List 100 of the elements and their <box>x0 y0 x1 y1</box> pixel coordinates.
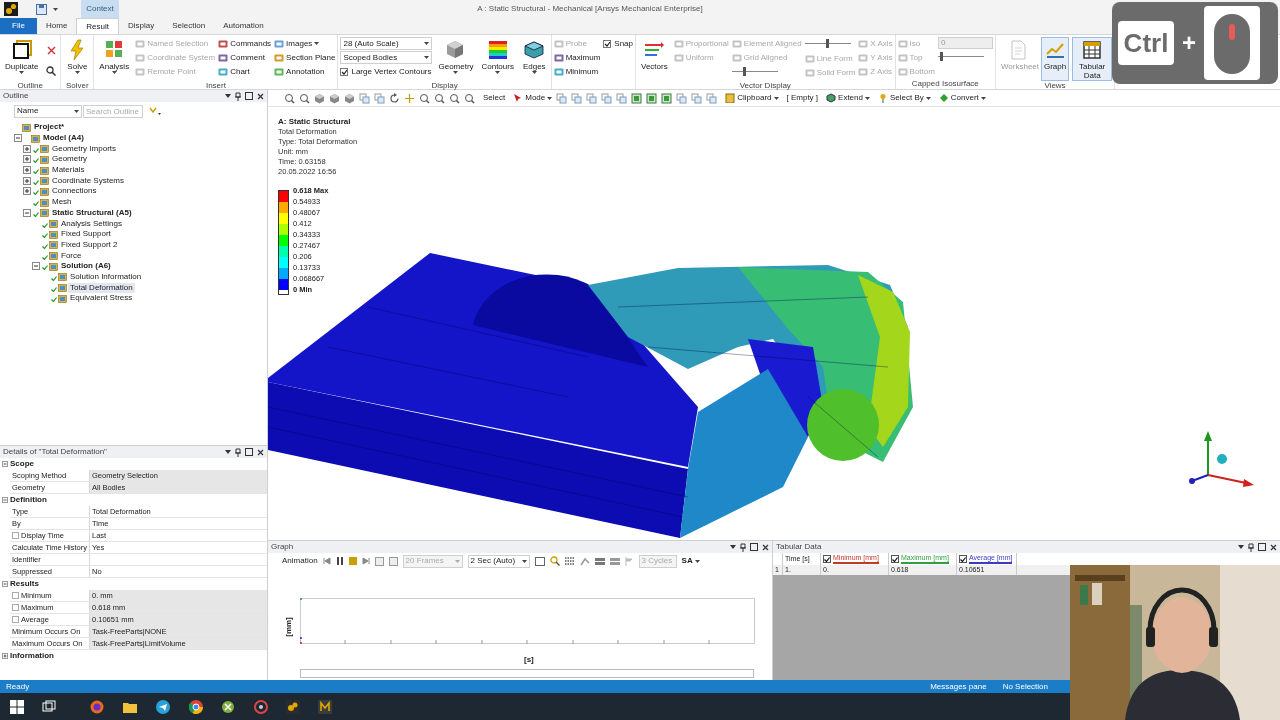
skip-back-icon[interactable] <box>322 557 331 565</box>
ribbon-button[interactable]: Comment <box>218 51 272 64</box>
app-icon[interactable] <box>254 699 268 714</box>
tab[interactable]: File <box>0 18 37 34</box>
maximize-icon[interactable] <box>245 92 253 100</box>
maximize-icon[interactable] <box>750 543 758 551</box>
toolbar-button[interactable]: Mode <box>513 92 553 104</box>
tree-item[interactable]: Mesh <box>50 197 74 208</box>
tab[interactable]: Selection <box>163 18 215 34</box>
tree-item[interactable]: Model (A4) <box>41 133 86 144</box>
tab[interactable]: Result <box>76 18 120 34</box>
tree-item[interactable]: Geometry <box>50 154 90 165</box>
checkbox[interactable]: Snap <box>603 37 633 50</box>
toolbar-button[interactable]: Clipboard <box>725 92 779 104</box>
pin-icon[interactable] <box>1248 542 1254 552</box>
zoom-icon[interactable] <box>434 92 445 104</box>
ribbon-button[interactable]: Images <box>274 37 336 50</box>
expand-icon[interactable] <box>23 187 31 196</box>
checkbox[interactable] <box>12 604 19 611</box>
skip-forward-icon[interactable] <box>361 557 370 565</box>
ribbon-button[interactable]: Maximum <box>553 51 601 64</box>
cube-icon[interactable] <box>329 92 340 104</box>
collapse-icon[interactable] <box>23 208 31 217</box>
zoom-icon[interactable] <box>464 92 475 104</box>
browser-icon[interactable] <box>189 699 203 714</box>
pin-icon[interactable] <box>235 447 241 457</box>
slider-thumb[interactable] <box>742 67 746 76</box>
toolbar-button[interactable]: Select By <box>877 92 931 104</box>
zoom-icon[interactable] <box>449 92 460 104</box>
windows-logo-icon[interactable] <box>10 699 24 714</box>
save-icon[interactable] <box>36 3 47 15</box>
tab[interactable]: Automation <box>214 18 273 34</box>
toolbar-button[interactable]: Convert <box>938 92 986 104</box>
ribbon-button[interactable]: Contours <box>478 37 517 81</box>
globe-icon[interactable] <box>90 699 104 714</box>
maximize-icon[interactable] <box>245 448 253 456</box>
pause-icon[interactable] <box>335 557 344 565</box>
tab[interactable]: Display <box>119 18 164 34</box>
rotate-icon[interactable] <box>389 92 400 104</box>
cube-icon[interactable] <box>314 92 325 104</box>
dropdown[interactable]: 28 (Auto Scale) <box>340 37 433 50</box>
collapse-icon[interactable] <box>2 581 8 587</box>
curve-icon[interactable] <box>579 556 590 566</box>
square-icon[interactable] <box>631 92 643 104</box>
square-icon[interactable] <box>374 556 384 566</box>
dropdown[interactable]: 2 Sec (Auto) <box>467 554 530 568</box>
square-icon[interactable] <box>646 92 658 104</box>
ribbon-button[interactable]: Analysis <box>96 37 133 81</box>
tree-item[interactable]: Force <box>59 250 84 261</box>
slider[interactable] <box>731 66 778 78</box>
checkbox[interactable] <box>12 616 19 623</box>
pin-icon[interactable] <box>235 91 241 101</box>
ribbon-button[interactable]: Minimum <box>553 65 601 78</box>
square-icon[interactable] <box>661 92 673 104</box>
ribbon-button[interactable]: Graph <box>1040 37 1070 81</box>
bars-icon[interactable] <box>609 556 620 566</box>
search-field[interactable]: Search Outline <box>83 104 143 118</box>
slider[interactable] <box>804 38 851 50</box>
tree-item[interactable]: Materials <box>50 165 87 176</box>
ribbon-button[interactable]: Edges <box>519 37 549 81</box>
ribbon-button[interactable]: Chart <box>218 65 272 78</box>
tree-item[interactable]: Equivalent Stress <box>68 293 135 304</box>
caret-icon[interactable] <box>225 450 231 454</box>
collapse-icon[interactable] <box>2 461 8 467</box>
dropdown[interactable]: Scoped Bodies <box>340 51 433 64</box>
checkbox[interactable] <box>12 592 19 599</box>
slider[interactable] <box>937 51 984 63</box>
paper-plane-icon[interactable] <box>156 699 170 714</box>
tree-item[interactable]: Fixed Support <box>59 229 113 240</box>
tree-item[interactable]: Geometry Imports <box>50 143 118 154</box>
tree-item[interactable]: Analysis Settings <box>59 218 124 229</box>
slider-thumb[interactable] <box>940 52 944 61</box>
tree-item[interactable]: Project* <box>32 122 67 133</box>
close-icon[interactable] <box>257 92 264 100</box>
caret-icon[interactable] <box>225 94 231 98</box>
checkbox[interactable]: Large Vertex Contours <box>340 65 433 78</box>
close-icon[interactable] <box>1270 543 1277 551</box>
task-view-icon[interactable] <box>42 699 56 714</box>
pin-icon[interactable] <box>740 542 746 552</box>
toolbar-button[interactable]: SA <box>681 555 700 567</box>
zoom-icon[interactable] <box>549 556 560 566</box>
checkbox[interactable] <box>12 532 19 539</box>
close-icon[interactable] <box>257 448 264 456</box>
expand-icon[interactable] <box>23 176 31 185</box>
tree-item[interactable]: Solution (A6) <box>59 261 113 272</box>
close-icon[interactable] <box>762 543 769 551</box>
tree-item[interactable]: Connections <box>50 186 99 197</box>
zoom-icon[interactable] <box>419 92 430 104</box>
slider-thumb[interactable] <box>826 39 830 48</box>
expand-icon[interactable] <box>23 144 31 153</box>
maximize-icon[interactable] <box>1258 543 1266 551</box>
expand-icon[interactable] <box>2 653 8 659</box>
collapse-icon[interactable] <box>32 262 40 271</box>
search-button[interactable] <box>44 64 59 78</box>
ribbon-button[interactable]: Solve <box>63 37 92 81</box>
toolbar-button[interactable]: Select <box>483 92 506 104</box>
ribbon-button[interactable]: Tabular Data <box>1072 37 1113 81</box>
bars-icon[interactable] <box>594 556 605 566</box>
ribbon-button[interactable]: Annotation <box>274 65 336 78</box>
zoom-icon[interactable] <box>284 92 295 104</box>
